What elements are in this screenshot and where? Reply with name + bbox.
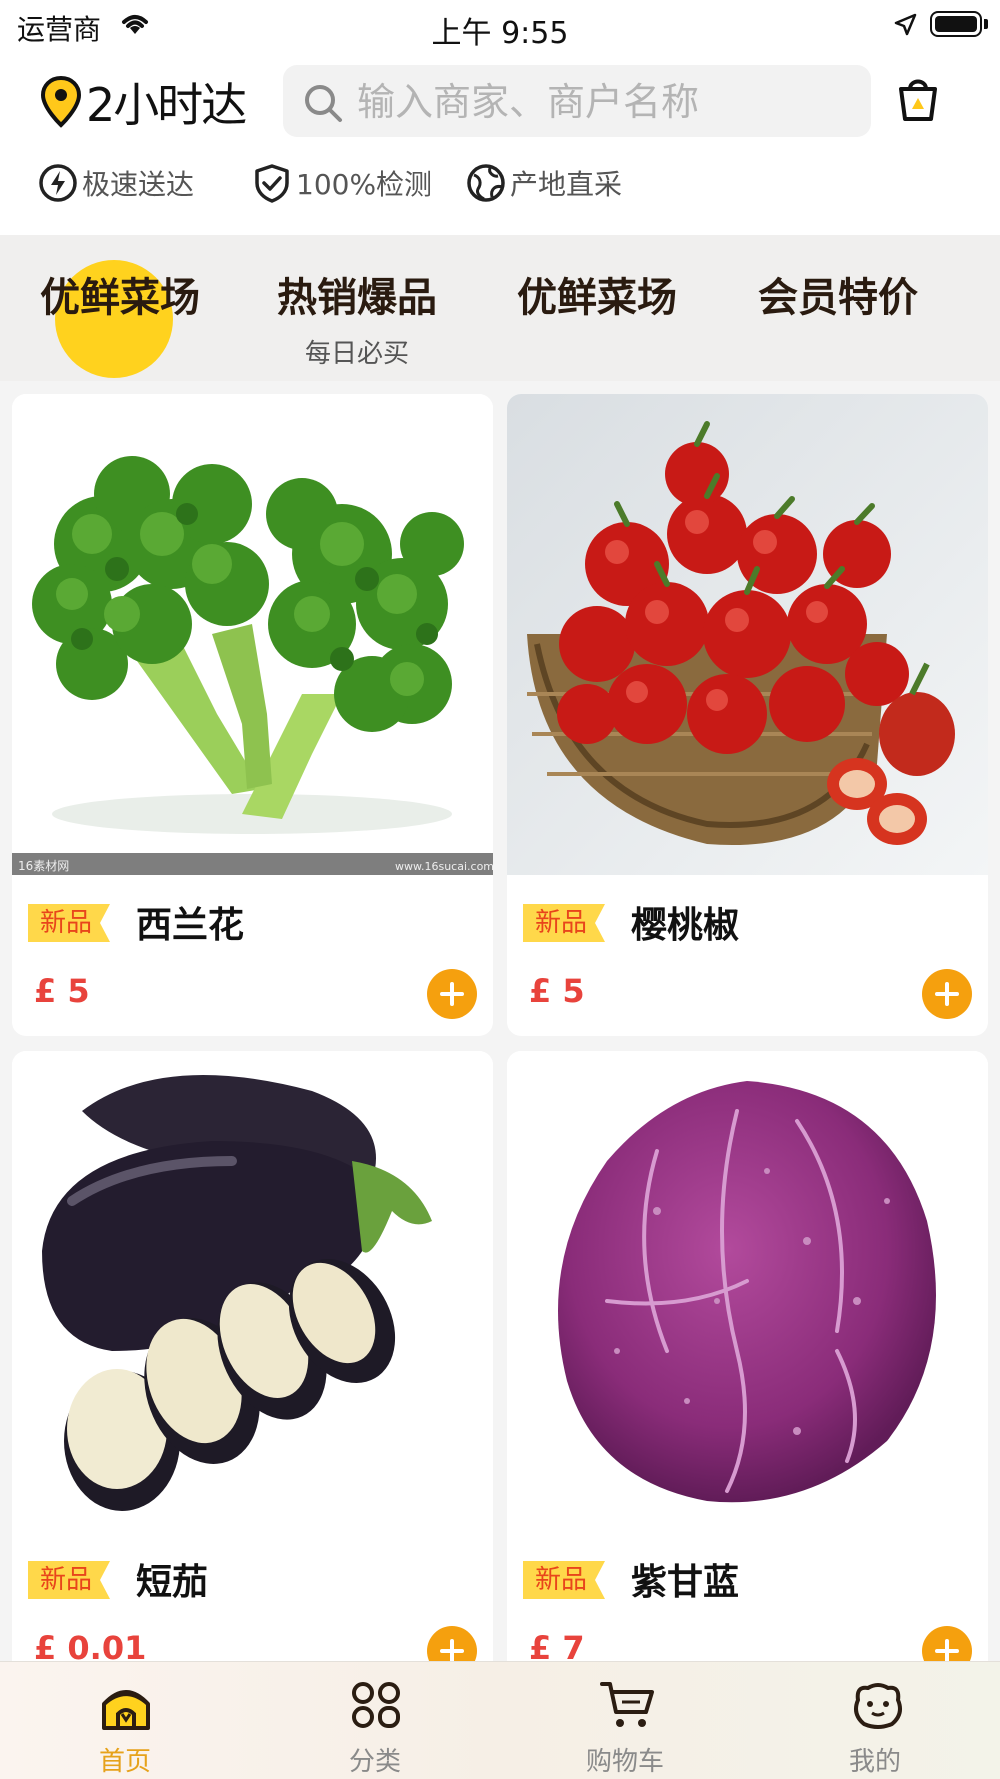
feature-label: 产地直采 — [510, 168, 623, 201]
new-badge: 新品 — [523, 904, 613, 942]
tabbar-label: 购物车 — [585, 1747, 664, 1777]
search-icon — [305, 85, 342, 122]
tab-title: 优鲜菜场 — [40, 275, 200, 321]
status-time: 上午 9:55 — [431, 16, 569, 51]
badge-text: 新品 — [39, 908, 92, 938]
tab-fresh-market[interactable]: 优鲜菜场 — [0, 265, 240, 323]
battery-tip — [984, 19, 988, 29]
tab-title: 优鲜菜场 — [517, 275, 677, 321]
category-tabs: 优鲜菜场 热销爆品 每日必买 优鲜菜场 会员特价 — [0, 235, 1000, 381]
add-to-cart-button[interactable] — [922, 1626, 972, 1661]
search-input[interactable] — [355, 75, 859, 129]
add-to-cart-button[interactable] — [922, 969, 972, 1019]
lightning-icon — [39, 164, 77, 202]
tab-fresh-market-2[interactable]: 优鲜菜场 — [477, 265, 717, 323]
add-to-cart-button[interactable] — [427, 969, 477, 1019]
profile-icon — [854, 1683, 902, 1729]
new-badge: 新品 — [28, 1561, 118, 1599]
product-price: £ 5 — [34, 972, 90, 1010]
tabbar-profile[interactable]: 我的 — [750, 1662, 1000, 1779]
tabbar-cart[interactable]: 购物车 — [500, 1662, 750, 1779]
badge-text: 新品 — [534, 908, 587, 938]
feature-strip: 极速送达 100%检测 产地直采 — [0, 158, 1000, 208]
location-arrow-icon — [894, 13, 917, 36]
app-logo[interactable]: 2小时达 — [38, 75, 247, 132]
new-badge: 新品 — [523, 1561, 613, 1599]
feature-quality-check: 100%检测 — [252, 158, 432, 208]
product-price: £ 0.01 — [34, 1629, 147, 1661]
home-icon — [102, 1690, 150, 1730]
status-bar: 运营商 上午 9:55 — [0, 0, 1000, 51]
feature-fast-delivery: 极速送达 — [38, 158, 194, 208]
product-image-cherry-pepper — [507, 394, 988, 875]
tabbar-home[interactable]: 首页 — [0, 1662, 250, 1779]
product-grid: 16素材网 www.16sucai.com 新品 西兰花 £ 5 新品 樱桃椒 … — [0, 381, 1000, 1661]
svg-text:16素材网: 16素材网 — [18, 859, 69, 873]
tab-title: 会员特价 — [758, 275, 918, 321]
logo-text: 2小时达 — [86, 78, 247, 132]
tabbar-category[interactable]: 分类 — [250, 1662, 500, 1779]
globe-icon — [467, 164, 505, 202]
bottom-tab-bar: 首页 分类 购物车 我的 — [0, 1661, 1000, 1779]
product-name: 紫甘蓝 — [631, 1562, 740, 1603]
cart-icon — [600, 1682, 654, 1727]
badge-text: 新品 — [534, 1565, 587, 1595]
product-card[interactable]: 新品 短茄 £ 0.01 — [12, 1051, 493, 1661]
product-name: 西兰花 — [136, 905, 245, 946]
product-name: 樱桃椒 — [631, 905, 740, 946]
feature-label: 极速送达 — [82, 168, 195, 201]
product-image-eggplant — [12, 1051, 493, 1532]
product-price: £ 7 — [529, 1629, 585, 1661]
tabbar-label: 我的 — [848, 1747, 901, 1777]
tabbar-label: 分类 — [348, 1747, 401, 1777]
feature-direct-sourcing: 产地直采 — [466, 158, 622, 208]
shopping-bag-icon[interactable] — [895, 77, 941, 123]
svg-text:www.16sucai.com: www.16sucai.com — [395, 860, 493, 873]
tab-title: 热销爆品 — [277, 275, 437, 321]
location-pin-icon — [40, 75, 82, 128]
feature-label: 100%检测 — [296, 168, 433, 201]
search-box[interactable] — [283, 65, 871, 137]
product-price: £ 5 — [529, 972, 585, 1010]
product-image-broccoli: 16素材网 www.16sucai.com — [12, 394, 493, 875]
add-to-cart-button[interactable] — [427, 1626, 477, 1661]
shield-check-icon — [255, 164, 289, 203]
category-icon — [352, 1682, 400, 1728]
product-card[interactable]: 新品 紫甘蓝 £ 7 — [507, 1051, 988, 1661]
battery-icon — [930, 11, 982, 37]
product-card[interactable]: 16素材网 www.16sucai.com 新品 西兰花 £ 5 — [12, 394, 493, 1036]
new-badge: 新品 — [28, 904, 118, 942]
badge-text: 新品 — [39, 1565, 92, 1595]
tab-member-deals[interactable]: 会员特价 — [718, 265, 958, 323]
tabbar-label: 首页 — [98, 1747, 151, 1777]
product-name: 短茄 — [136, 1562, 209, 1603]
tab-subtitle: 每日必买 — [304, 339, 409, 369]
header: 2小时达 — [0, 55, 1000, 145]
product-card[interactable]: 新品 樱桃椒 £ 5 — [507, 394, 988, 1036]
product-image-red-cabbage — [507, 1051, 988, 1532]
tab-hot-sales[interactable]: 热销爆品 每日必买 — [237, 265, 477, 370]
